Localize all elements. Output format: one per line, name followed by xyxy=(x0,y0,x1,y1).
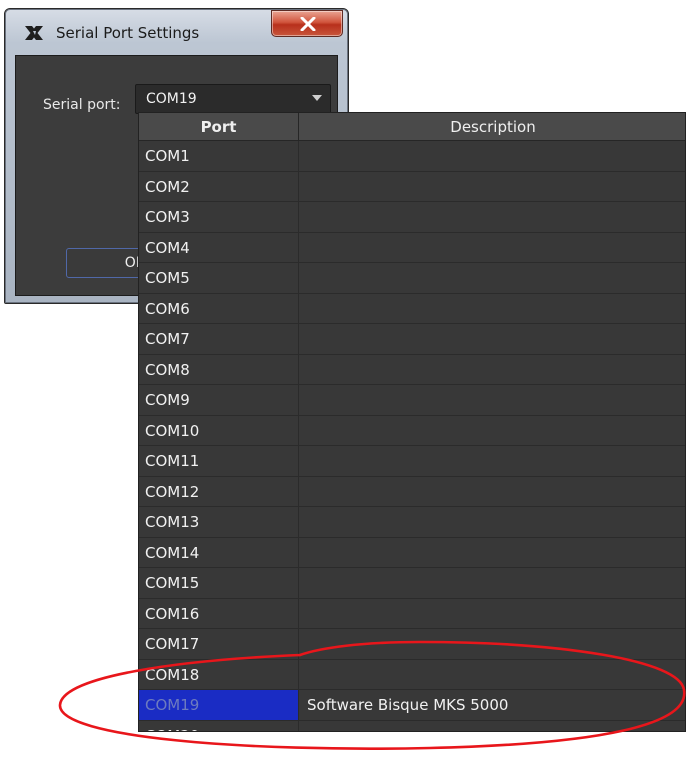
window-title: Serial Port Settings xyxy=(56,24,200,42)
table-row[interactable]: COM11 xyxy=(139,446,685,477)
port-cell: COM3 xyxy=(139,202,299,232)
port-cell: COM9 xyxy=(139,385,299,415)
table-row[interactable]: COM14 xyxy=(139,537,685,568)
table-row[interactable]: COM9 xyxy=(139,385,685,416)
column-header-description[interactable]: Description xyxy=(299,113,685,141)
port-cell: COM19 xyxy=(139,690,299,720)
close-icon xyxy=(300,17,316,31)
title-bar[interactable]: Serial Port Settings xyxy=(5,9,348,49)
serial-port-dropdown-list[interactable]: Port Description COM1 COM2 COM3 COM4 COM… xyxy=(138,112,686,732)
app-x-icon xyxy=(24,25,44,41)
port-cell: COM12 xyxy=(139,476,299,506)
description-cell xyxy=(299,568,685,598)
description-cell xyxy=(299,233,685,263)
description-cell xyxy=(299,660,685,690)
port-cell: COM20 xyxy=(139,720,299,731)
port-cell: COM18 xyxy=(139,659,299,689)
description-cell: Software Bisque MKS 5000 xyxy=(307,696,509,714)
description-cell xyxy=(299,507,685,537)
table-row[interactable]: COM16 xyxy=(139,598,685,629)
table-row[interactable]: COM12 xyxy=(139,476,685,507)
port-cell: COM16 xyxy=(139,598,299,628)
port-cell: COM11 xyxy=(139,446,299,476)
table-row[interactable]: COM4 xyxy=(139,232,685,263)
table-row[interactable]: COM10 xyxy=(139,415,685,446)
table-row[interactable]: COM3 xyxy=(139,202,685,233)
chevron-down-icon[interactable] xyxy=(312,95,322,101)
port-cell: COM4 xyxy=(139,232,299,262)
port-cell: COM17 xyxy=(139,629,299,659)
port-cell: COM5 xyxy=(139,263,299,293)
serial-port-combobox[interactable]: COM19 xyxy=(135,84,331,114)
column-header-port[interactable]: Port xyxy=(139,113,299,141)
serial-port-label-text: Serial port: xyxy=(43,97,121,113)
description-cell xyxy=(299,172,685,202)
description-cell xyxy=(299,355,685,385)
serial-port-value: COM19 xyxy=(146,91,197,107)
description-cell xyxy=(299,263,685,293)
table-row[interactable]: COM7 xyxy=(139,324,685,355)
description-cell xyxy=(299,294,685,324)
table-row[interactable]: COM17 xyxy=(139,629,685,660)
description-cell xyxy=(299,538,685,568)
close-button[interactable] xyxy=(271,10,343,37)
table-row[interactable]: COM15 xyxy=(139,568,685,599)
port-cell: COM1 xyxy=(139,141,299,171)
table-row[interactable]: COM6 xyxy=(139,293,685,324)
description-cell xyxy=(299,202,685,232)
table-row[interactable]: COM13 xyxy=(139,507,685,538)
description-cell xyxy=(299,324,685,354)
port-cell: COM6 xyxy=(139,293,299,323)
port-cell: COM7 xyxy=(139,324,299,354)
port-cell: COM15 xyxy=(139,568,299,598)
port-rows: COM1 COM2 COM3 COM4 COM5 COM6 COM7 COM8 … xyxy=(139,141,685,732)
description-cell xyxy=(299,629,685,659)
description-cell xyxy=(299,141,685,171)
description-cell xyxy=(299,446,685,476)
description-cell xyxy=(299,477,685,507)
table-row[interactable]: COM1 xyxy=(139,141,685,172)
table-row[interactable]: COM18 xyxy=(139,659,685,690)
table-row[interactable]: COM8 xyxy=(139,354,685,385)
port-cell: COM2 xyxy=(139,171,299,201)
port-cell: COM10 xyxy=(139,415,299,445)
description-cell xyxy=(299,416,685,446)
description-cell xyxy=(299,385,685,415)
port-cell: COM13 xyxy=(139,507,299,537)
table-row-selected[interactable]: COM19 Software Bisque MKS 5000 xyxy=(139,690,685,721)
description-cell xyxy=(299,721,685,732)
serial-port-label: Serial port: xyxy=(43,97,120,113)
table-row[interactable]: COM20 xyxy=(139,720,685,732)
table-row[interactable]: COM5 xyxy=(139,263,685,294)
port-cell: COM14 xyxy=(139,537,299,567)
port-cell: COM8 xyxy=(139,354,299,384)
table-row[interactable]: COM2 xyxy=(139,171,685,202)
description-cell xyxy=(299,599,685,629)
